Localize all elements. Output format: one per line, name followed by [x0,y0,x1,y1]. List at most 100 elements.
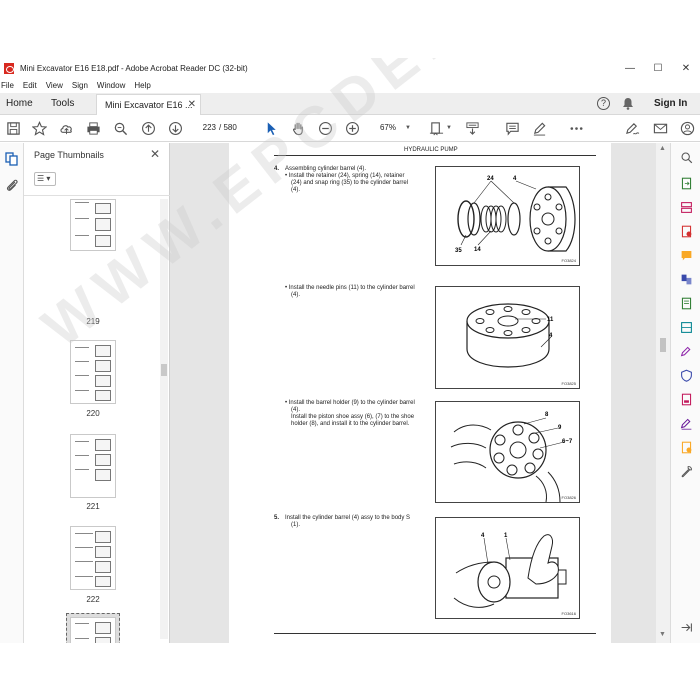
attachments-paperclip-icon[interactable] [4,177,20,193]
zoom-dropdown-icon[interactable]: ▼ [405,125,411,131]
window-title: Mini Excavator E16 E18.pdf - Adobe Acrob… [20,63,248,73]
tab-tools[interactable]: Tools [51,98,74,109]
request-signature-icon[interactable] [680,417,693,430]
close-panel-icon[interactable]: ✕ [150,147,160,161]
thumbnail-page-220[interactable] [70,340,116,404]
document-scrollbar[interactable]: ▲ ▼ [656,143,670,643]
help-icon[interactable]: ? [597,97,610,110]
document-scrollbar-thumb[interactable] [660,338,666,352]
close-tab-icon[interactable]: ✕ [188,99,196,110]
fill-and-sign-icon[interactable] [680,345,693,358]
menu-help[interactable]: Help [134,81,150,90]
highlight-pen-icon[interactable] [531,120,547,136]
select-cursor-icon[interactable] [263,120,279,136]
prepare-form-icon[interactable] [680,393,693,406]
document-view: HYDRAULIC PUMP 4. Assembling cylinder ba… [170,143,670,643]
cloud-upload-icon[interactable] [58,120,74,136]
print-icon[interactable] [85,120,101,136]
pdf-page: HYDRAULIC PUMP 4. Assembling cylinder ba… [229,143,611,643]
thumbnail-label-222: 222 [86,595,100,604]
tab-document-label: Mini Excavator E16 ... [105,100,193,110]
tab-document[interactable]: Mini Excavator E16 ... ✕ [96,94,201,115]
figure-cylinder-barrel-parts: 24 4 35 14 FO3824 [435,166,580,266]
menu-window[interactable]: Window [97,81,125,90]
close-window-button[interactable]: ✕ [672,58,700,78]
page-fit-icon[interactable] [428,120,444,136]
main-toolbar: 223 / 580 67% ▼ ▼ [0,115,700,142]
left-navigation-rail [0,143,24,643]
thumbnail-page-222[interactable] [70,526,116,590]
footer-rule [274,633,596,634]
scan-ocr-icon[interactable] [680,321,693,334]
thumbnail-options-button[interactable]: ☰ ▾ [34,172,56,186]
callout-11: 11 [547,317,554,323]
next-page-icon[interactable] [167,120,183,136]
step-text: Install the cylinder barrel (4) assy to … [285,515,420,529]
edit-pdf-icon[interactable] [680,297,693,310]
zoom-in-icon[interactable] [344,120,360,136]
previous-page-icon[interactable] [140,120,156,136]
more-tools-icon[interactable] [568,120,584,136]
scroll-up-arrow-icon[interactable]: ▲ [659,145,666,152]
step-line: • Install the barrel holder (9) to the c… [285,400,415,406]
thumbnail-label-220: 220 [86,409,100,418]
more-tools-wrench-icon[interactable] [680,465,693,478]
page-fit-dropdown-icon[interactable]: ▼ [446,125,452,131]
menu-edit[interactable]: Edit [23,81,37,90]
save-icon[interactable] [5,120,21,136]
fill-sign-icon[interactable] [624,120,640,136]
create-pdf-icon[interactable] [680,225,693,238]
hand-tool-icon[interactable] [290,120,306,136]
menu-file[interactable]: File [1,81,14,90]
step-number: 4. [274,166,280,172]
combine-files-icon[interactable] [680,273,693,286]
sign-in-button[interactable]: Sign In [654,98,687,109]
page-thumbnails-icon[interactable] [4,151,20,167]
send-for-review-icon[interactable] [680,441,693,454]
zoom-out-icon[interactable] [317,120,333,136]
tab-home[interactable]: Home [6,98,33,109]
figure-barrel-holder: 8 9 6~7 FO3826 [435,401,580,503]
organize-pages-icon[interactable] [680,201,693,214]
zoom-search-icon[interactable] [112,120,128,136]
thumbnail-label-219: 219 [86,317,100,326]
menu-sign[interactable]: Sign [72,81,88,90]
comment-tool-icon[interactable] [680,249,693,262]
thumbnails-scrollbar[interactable] [160,199,168,639]
expand-panel-icon[interactable] [680,621,693,634]
scroll-down-arrow-icon[interactable]: ▼ [659,631,666,638]
maximize-button[interactable]: ☐ [644,58,672,78]
menu-view[interactable]: View [46,81,63,90]
export-pdf-icon[interactable] [680,177,693,190]
needle-pins-illustration: 11 4 [466,303,554,368]
figure-id: FO3825 [561,381,576,386]
step-line: (4). [291,292,300,298]
step-line: • Install the retainer (24), spring (14)… [285,173,405,179]
step-line: Install the piston shoe assy (6), (7) to… [291,414,415,420]
scroll-mode-icon[interactable] [464,120,480,136]
thumbnails-panel-title: Page Thumbnails [34,150,104,160]
thumbnail-page-221[interactable] [70,434,116,498]
figure-id: FO3826 [561,495,576,500]
thumbnail-page-219[interactable] [70,199,116,251]
comment-icon[interactable] [504,120,520,136]
install-cylinder-barrel-illustration: 4 1 [453,533,567,608]
cylinder-barrel-parts-illustration: 24 4 35 14 [455,176,576,254]
step-line: Install the cylinder barrel (4) assy to … [285,515,411,521]
callout-9: 9 [558,425,562,431]
notifications-bell-icon[interactable] [622,97,634,110]
figure-needle-pins: 11 4 FO3825 [435,286,580,389]
search-icon[interactable] [680,151,693,164]
bookmark-star-icon[interactable] [31,120,47,136]
menu-bar: File Edit View Sign Window Help [0,78,700,93]
protect-shield-icon[interactable] [680,369,693,382]
email-icon[interactable] [652,120,668,136]
minimize-button[interactable]: — [616,58,644,78]
account-icon[interactable] [679,120,695,136]
step-line: (4). [291,187,300,193]
callout-6-7: 6~7 [562,439,573,445]
zoom-level-select[interactable]: 67% [372,121,404,135]
page-number-input[interactable]: 223 [194,121,216,135]
thumbnails-scrollbar-thumb[interactable] [161,364,167,376]
thumbnail-page-223[interactable] [70,617,116,643]
